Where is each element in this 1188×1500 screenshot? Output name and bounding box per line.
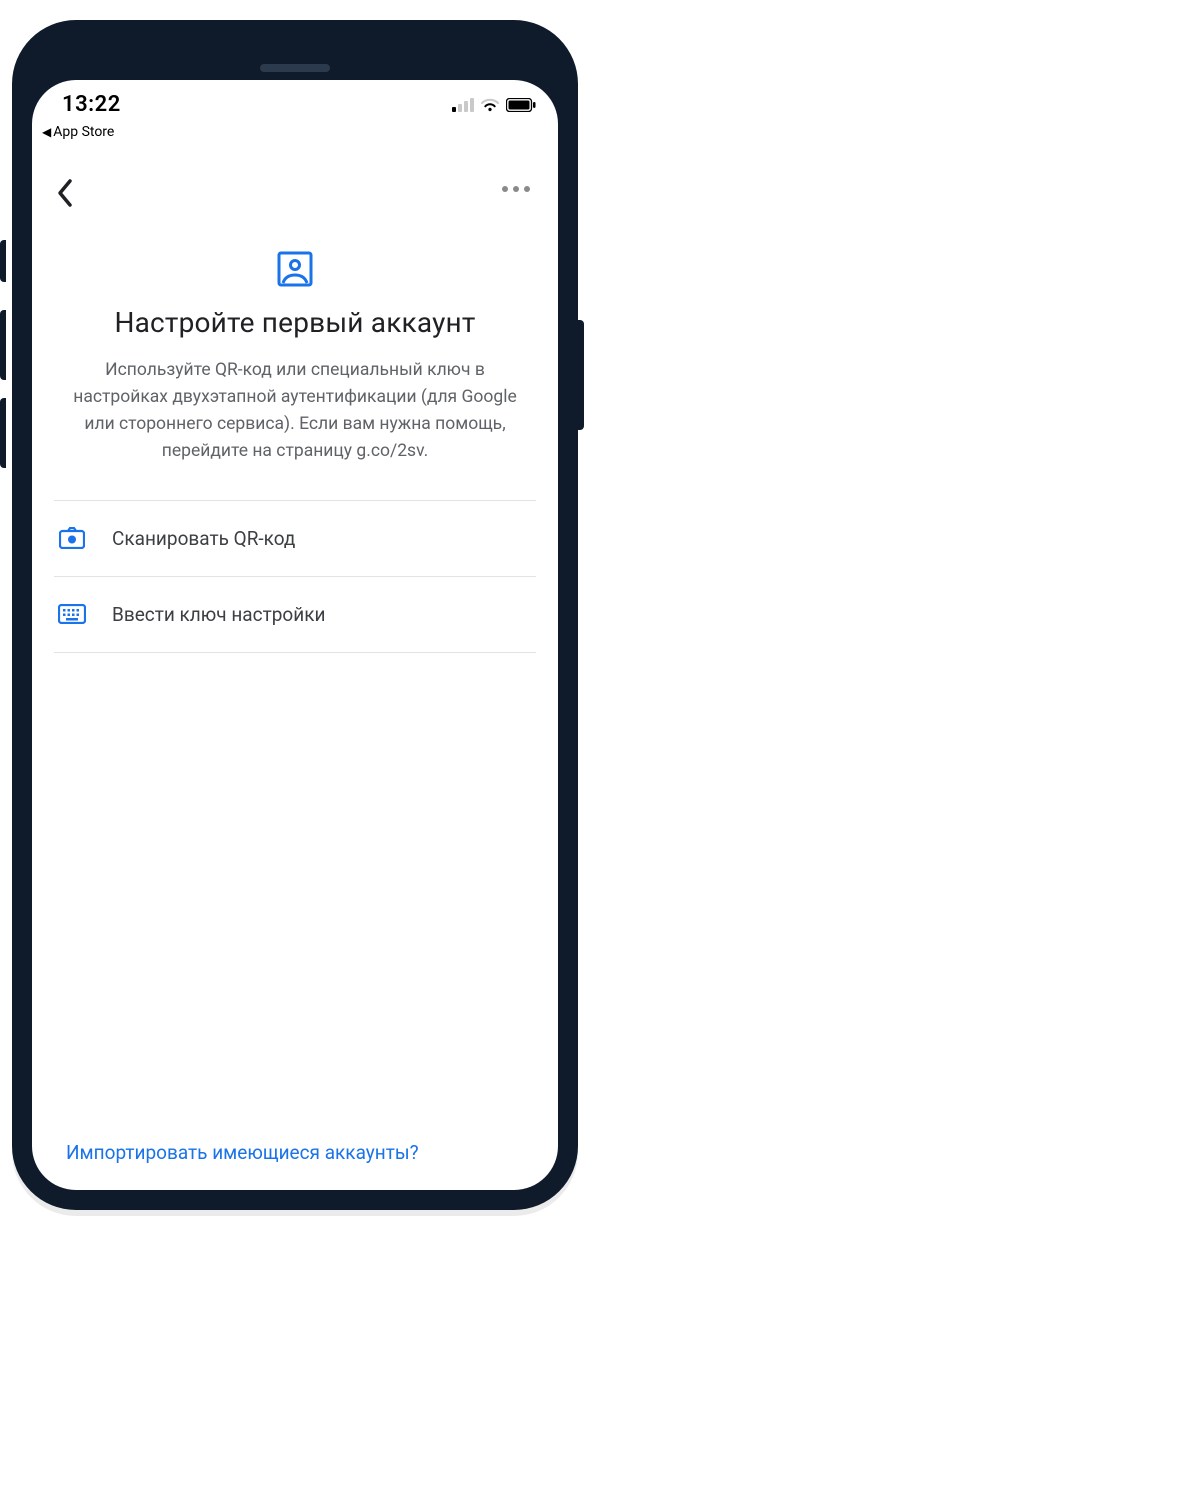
import-accounts-link[interactable]: Импортировать имеющиеся аккаунты? <box>66 1141 419 1164</box>
chevron-left-icon <box>56 178 74 208</box>
scan-qr-option[interactable]: Сканировать QR-код <box>54 501 536 577</box>
phone-screen: 13:22 <box>32 80 558 1190</box>
page-title: Настройте первый аккаунт <box>54 306 536 339</box>
enter-key-label: Ввести ключ настройки <box>112 603 325 626</box>
hero-section: Настройте первый аккаунт Используйте QR-… <box>32 250 558 466</box>
enter-key-option[interactable]: Ввести ключ настройки <box>54 577 536 653</box>
dot-icon <box>513 186 519 192</box>
phone-speaker <box>260 64 330 72</box>
more-menu-button[interactable] <box>496 180 536 198</box>
status-bar: 13:22 <box>32 80 558 128</box>
back-button[interactable] <box>50 172 80 218</box>
footer: Импортировать имеющиеся аккаунты? <box>32 1141 558 1164</box>
keyboard-icon <box>58 604 86 624</box>
dot-icon <box>524 186 530 192</box>
phone-volume-down <box>0 398 6 468</box>
account-setup-icon <box>276 250 314 288</box>
back-triangle-icon: ◀ <box>42 125 51 139</box>
back-to-app-label: App Store <box>53 124 114 140</box>
page-subtitle: Используйте QR-код или специальный ключ … <box>54 357 536 466</box>
phone-power-button <box>578 320 584 430</box>
cellular-icon <box>452 98 474 112</box>
phone-mute-switch <box>0 240 6 282</box>
scan-qr-label: Сканировать QR-код <box>112 527 295 550</box>
phone-frame: 13:22 <box>12 20 578 1210</box>
phone-volume-up <box>0 310 6 380</box>
wifi-icon <box>480 98 500 112</box>
status-time: 13:22 <box>62 92 121 117</box>
battery-icon <box>506 98 536 112</box>
camera-icon <box>58 527 86 549</box>
back-to-app-store[interactable]: ◀ App Store <box>42 124 114 140</box>
app-header <box>32 162 558 232</box>
setup-options-list: Сканировать QR-код <box>54 500 536 653</box>
dot-icon <box>502 186 508 192</box>
